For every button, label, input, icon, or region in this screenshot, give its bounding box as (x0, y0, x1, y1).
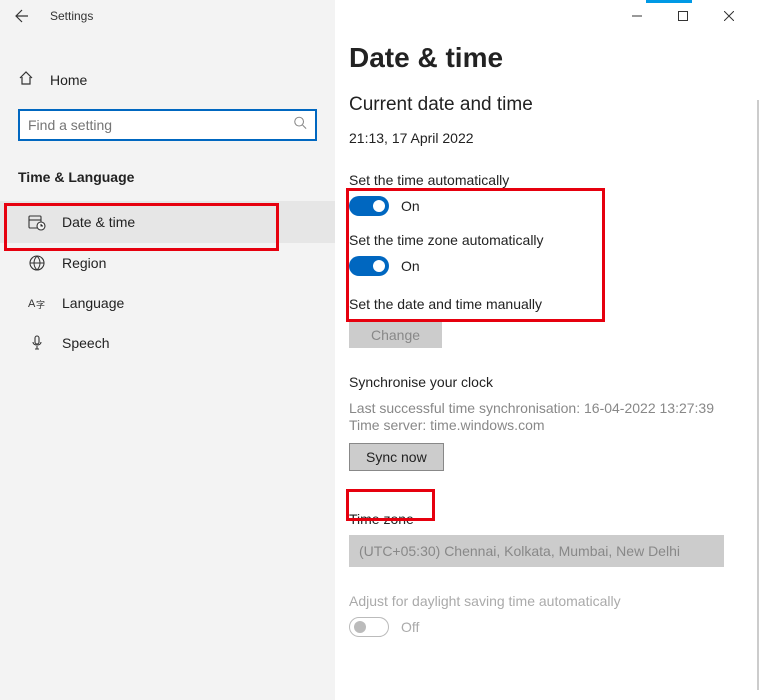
window-title: Settings (50, 9, 93, 23)
sidebar-group-header: Time & Language (0, 141, 335, 201)
minimize-button[interactable] (614, 0, 660, 32)
sync-now-button[interactable]: Sync now (349, 443, 444, 471)
nav-label: Region (62, 255, 106, 271)
maximize-icon (678, 11, 688, 21)
home-icon (18, 70, 34, 89)
sync-server-info: Time server: time.windows.com (349, 417, 760, 433)
nav-label: Speech (62, 335, 109, 351)
tz-value: (UTC+05:30) Chennai, Kolkata, Mumbai, Ne… (359, 543, 680, 559)
maximize-button[interactable] (660, 0, 706, 32)
auto-tz-toggle[interactable] (349, 256, 389, 276)
nav-label: Language (62, 295, 124, 311)
sync-heading: Synchronise your clock (349, 374, 760, 390)
sidebar-item-speech[interactable]: Speech (0, 323, 335, 363)
auto-time-toggle[interactable] (349, 196, 389, 216)
main-content: Date & time Current date and time 21:13,… (335, 0, 760, 700)
back-button[interactable] (0, 0, 44, 32)
auto-time-label: Set the time automatically (349, 172, 760, 188)
manual-label: Set the date and time manually (349, 296, 760, 312)
nav-label: Date & time (62, 214, 135, 230)
change-button: Change (349, 322, 442, 348)
tz-select: (UTC+05:30) Chennai, Kolkata, Mumbai, Ne… (349, 535, 724, 567)
titlebar: Settings (0, 0, 335, 32)
close-button[interactable] (706, 0, 752, 32)
microphone-icon (28, 335, 46, 351)
globe-icon (28, 255, 46, 271)
auto-tz-state: On (401, 258, 420, 274)
scrollbar[interactable] (757, 100, 759, 690)
svg-text:字: 字 (36, 299, 45, 310)
search-input[interactable] (18, 109, 317, 141)
sidebar: Settings Home Time & Language Date & tim… (0, 0, 335, 700)
tz-heading: Time zone (349, 511, 760, 527)
arrow-left-icon (14, 8, 30, 24)
sidebar-item-language[interactable]: A字 Language (0, 283, 335, 323)
language-icon: A字 (28, 295, 46, 311)
auto-tz-label: Set the time zone automatically (349, 232, 760, 248)
search-wrap (18, 109, 317, 141)
page-title: Date & time (349, 42, 760, 74)
current-dt-heading: Current date and time (349, 94, 760, 116)
sync-last-info: Last successful time synchronisation: 16… (349, 400, 760, 416)
home-link[interactable]: Home (0, 60, 335, 99)
dst-toggle (349, 617, 389, 637)
current-dt-value: 21:13, 17 April 2022 (349, 130, 760, 146)
auto-time-state: On (401, 198, 420, 214)
svg-text:A: A (28, 298, 36, 310)
home-label: Home (50, 72, 87, 88)
window-controls (614, 0, 752, 32)
calendar-clock-icon (28, 213, 46, 231)
dst-label: Adjust for daylight saving time automati… (349, 593, 760, 609)
dst-state: Off (401, 619, 419, 635)
sidebar-item-date-time[interactable]: Date & time (0, 201, 335, 243)
close-icon (724, 11, 734, 21)
minimize-icon (632, 11, 642, 21)
sidebar-item-region[interactable]: Region (0, 243, 335, 283)
